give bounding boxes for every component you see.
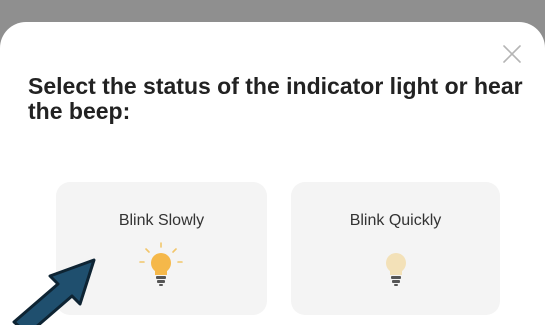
screen: Select the status of the indicator light… xyxy=(0,0,545,325)
lightbulb-lit-icon xyxy=(139,242,183,286)
close-icon[interactable] xyxy=(500,42,524,66)
pointer-arrow-icon xyxy=(12,258,96,325)
option-blink-quickly[interactable]: Blink Quickly xyxy=(291,182,500,315)
lightbulb-dim-icon xyxy=(386,253,406,286)
option-label: Blink Slowly xyxy=(118,212,205,229)
dialog-title: Select the status of the indicator light… xyxy=(28,73,523,124)
option-label: Blink Quickly xyxy=(349,212,442,229)
